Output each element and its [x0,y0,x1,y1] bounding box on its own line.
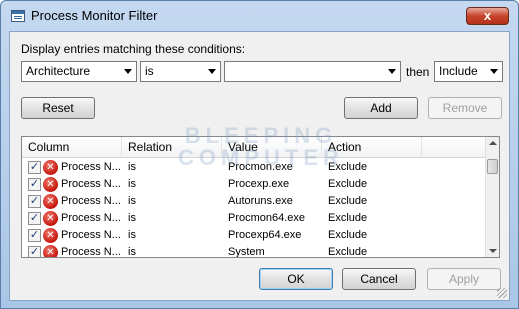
then-label: then [406,65,430,79]
checkbox-checked-icon[interactable]: ✓ [28,229,41,242]
process-monitor-filter-window: Process Monitor Filter x Display entries… [0,0,519,309]
red-x-circle-icon: ✕ [43,177,58,192]
row-action: Exclude [328,195,368,207]
row-value: Procexp64.exe [228,229,302,241]
watermark: BLEEPING COMPUTER [171,125,351,169]
watermark-line-2: COMPUTER [178,145,344,170]
table-row[interactable]: ✓ ✕ Process N... is Procexp.exe Exclude [22,176,487,193]
checkbox-checked-icon[interactable]: ✓ [28,212,41,225]
resize-grip[interactable] [497,288,507,298]
row-value: Autoruns.exe [228,195,293,207]
row-relation: is [128,195,136,207]
vertical-scrollbar[interactable] [485,137,499,257]
row-relation: is [128,178,136,190]
header-column[interactable]: Column [22,137,122,158]
chevron-down-icon [388,69,396,74]
action-select[interactable]: Include [434,61,503,82]
row-column: Process N... [61,161,121,173]
checkbox-checked-icon[interactable]: ✓ [28,178,41,191]
conditions-prompt-label: Display entries matching these condition… [21,42,246,56]
relation-select-value: is [145,64,154,78]
checkbox-checked-icon[interactable]: ✓ [28,195,41,208]
table-row[interactable]: ✓ ✕ Process N... is System Exclude [22,244,487,258]
row-column: Process N... [61,195,121,207]
red-x-circle-icon: ✕ [43,245,58,257]
ok-button[interactable]: OK [259,268,333,290]
row-value: Procmon64.exe [228,212,306,224]
title-bar[interactable]: Process Monitor Filter x [1,1,518,31]
row-action: Exclude [328,246,368,258]
row-action: Exclude [328,229,368,241]
row-relation: is [128,246,136,258]
add-button[interactable]: Add [344,97,418,119]
table-row[interactable]: ✓ ✕ Process N... is Procexp64.exe Exclud… [22,227,487,244]
row-column: Process N... [61,178,121,190]
row-value: Procexp.exe [228,178,290,190]
watermark-line-1: BLEEPING [184,123,338,148]
row-relation: is [128,229,136,241]
row-action: Exclude [328,178,368,190]
red-x-circle-icon: ✕ [43,228,58,243]
row-column: Process N... [61,229,121,241]
checkbox-checked-icon[interactable]: ✓ [28,161,41,174]
chevron-down-icon [208,69,216,74]
row-action: Exclude [328,212,368,224]
scroll-down-icon[interactable] [489,249,497,253]
chevron-down-icon [124,69,132,74]
red-x-circle-icon: ✕ [43,211,58,226]
remove-button[interactable]: Remove [428,97,502,119]
row-column: Process N... [61,212,121,224]
action-select-value: Include [439,64,478,78]
table-row[interactable]: ✓ ✕ Process N... is Autoruns.exe Exclude [22,193,487,210]
table-row[interactable]: ✓ ✕ Process N... is Procmon64.exe Exclud… [22,210,487,227]
chevron-down-icon [490,69,498,74]
app-window-icon [11,10,25,22]
column-select[interactable]: Architecture [21,61,137,82]
row-column: Process N... [61,246,121,258]
row-relation: is [128,212,136,224]
checkbox-checked-icon[interactable]: ✓ [28,246,41,257]
cancel-button[interactable]: Cancel [342,268,416,290]
red-x-circle-icon: ✕ [43,160,58,175]
close-button[interactable]: x [466,7,509,25]
window-title: Process Monitor Filter [31,8,158,23]
column-select-value: Architecture [26,64,91,78]
relation-select[interactable]: is [140,61,221,82]
red-x-circle-icon: ✕ [43,194,58,209]
row-value: System [228,246,265,258]
scroll-up-icon[interactable] [489,141,497,145]
scroll-thumb[interactable] [487,159,498,174]
apply-button[interactable]: Apply [427,268,501,290]
reset-button[interactable]: Reset [21,97,95,119]
value-combo-input[interactable] [224,61,401,82]
